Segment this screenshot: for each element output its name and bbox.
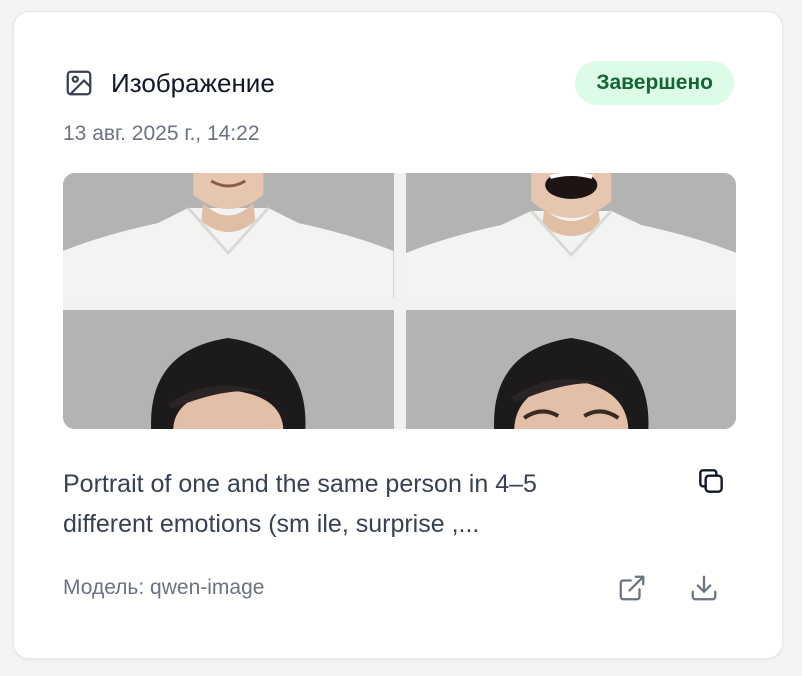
card-header: Изображение [63, 67, 275, 99]
card-title: Изображение [111, 67, 275, 98]
download-button[interactable] [686, 572, 722, 608]
image-tile-smile [63, 173, 394, 298]
download-icon [689, 573, 719, 608]
status-badge: Завершено [575, 61, 734, 105]
image-icon [63, 67, 95, 99]
image-tile-surprise [405, 173, 736, 298]
copy-icon [695, 465, 727, 502]
image-generation-card: Изображение Завершено 13 авг. 2025 г., 1… [13, 11, 783, 659]
generated-image[interactable] [63, 173, 736, 429]
model-label: Модель: qwen-image [63, 576, 265, 599]
open-image-button[interactable] [614, 572, 650, 608]
image-tile-raised-brows [405, 310, 736, 429]
image-tile-neutral [63, 310, 394, 429]
timestamp: 13 авг. 2025 г., 14:22 [63, 122, 260, 145]
prompt-text: Portrait of one and the same person in 4… [63, 470, 537, 538]
external-link-icon [617, 573, 647, 608]
copy-prompt-button[interactable] [693, 465, 729, 501]
